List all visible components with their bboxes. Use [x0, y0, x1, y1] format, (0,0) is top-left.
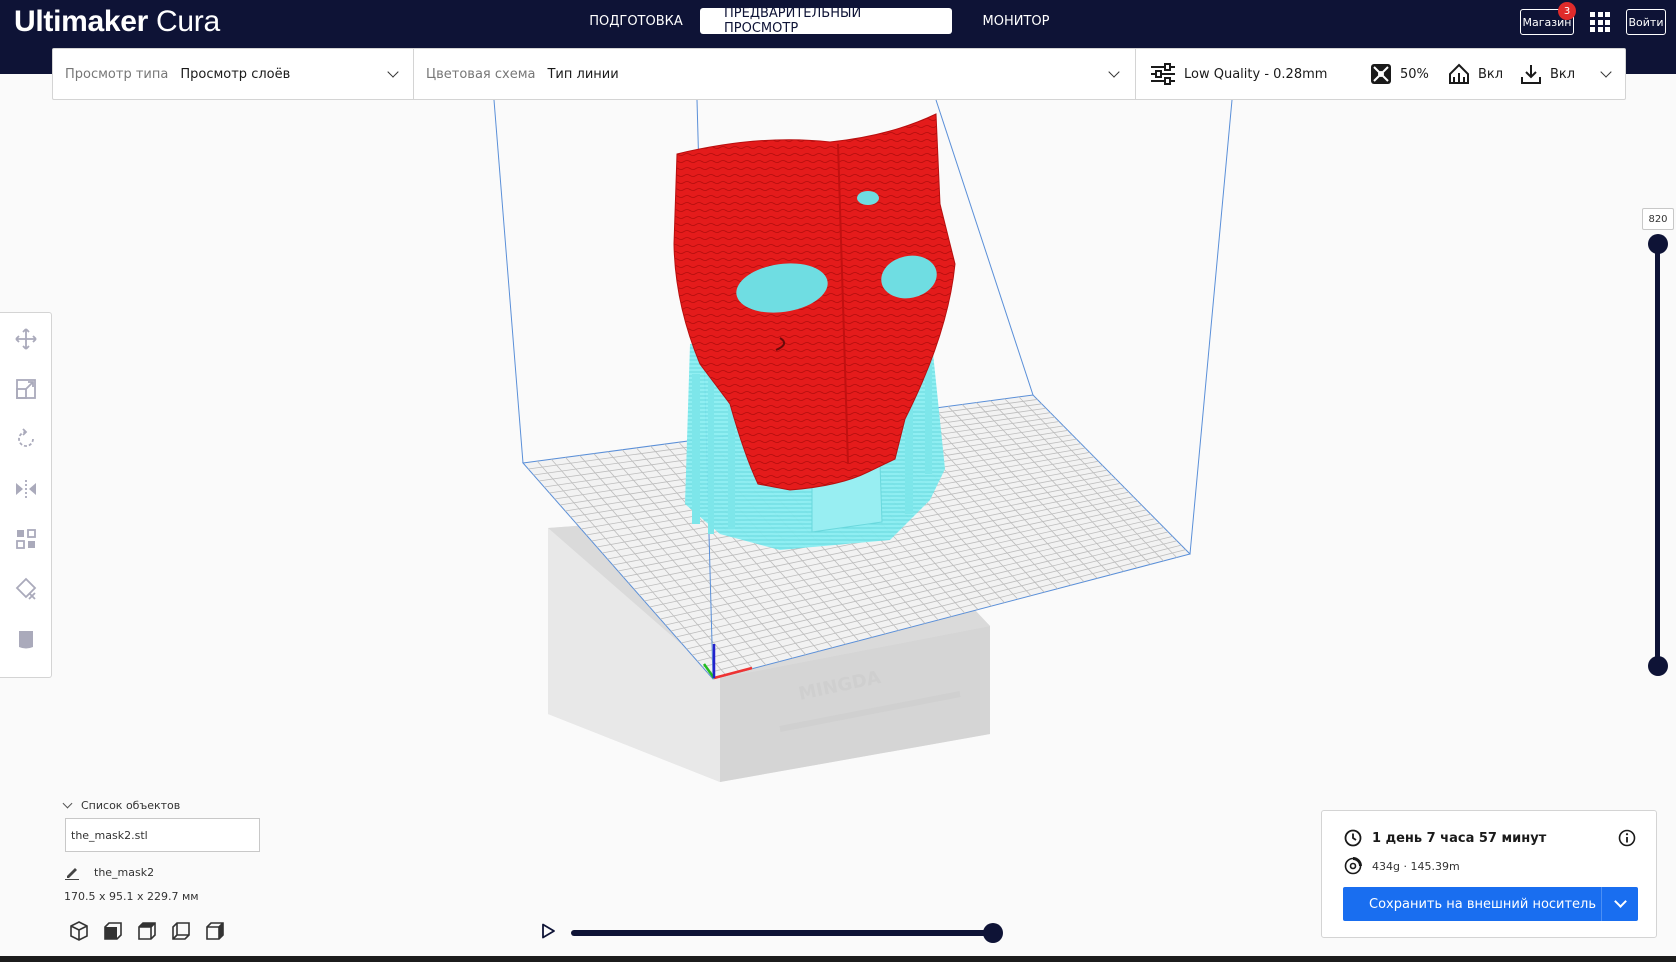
3d-view-icon[interactable]	[68, 920, 90, 942]
edit-pencil-icon[interactable]	[64, 864, 80, 880]
rotate-icon[interactable]	[14, 427, 38, 451]
object-file-item[interactable]: the_mask2.stl	[65, 818, 260, 852]
left-view-icon[interactable]	[170, 920, 192, 942]
object-list-header[interactable]: Список объектов	[62, 796, 324, 814]
material-usage: 434g · 145.39m	[1372, 859, 1460, 873]
move-icon[interactable]	[14, 327, 38, 351]
print-time: 1 день 7 часа 57 минут	[1372, 830, 1547, 846]
chevron-down-icon	[62, 798, 73, 808]
object-list-title: Список объектов	[81, 798, 181, 812]
support-blocker-icon[interactable]	[14, 577, 38, 601]
play-icon[interactable]	[540, 923, 556, 939]
object-list-panel: Список объектов the_mask2.stl the_mask2 …	[62, 796, 324, 941]
layer-slider-top-handle[interactable]	[1648, 234, 1668, 254]
apps-grid-icon[interactable]	[1590, 12, 1610, 32]
right-view-icon[interactable]	[204, 920, 226, 942]
tool-panel	[0, 312, 52, 678]
front-view-icon[interactable]	[102, 920, 124, 942]
tab-preview[interactable]: ПРЕДВАРИТЕЛЬНЫЙ ПРОСМОТР	[700, 6, 952, 36]
layer-number-box[interactable]: 820	[1642, 208, 1674, 230]
print-time-row: 1 день 7 часа 57 минут	[1344, 829, 1546, 847]
object-name: the_mask2	[94, 865, 155, 879]
layer-slider-track[interactable]	[1655, 244, 1660, 666]
print-info-panel: 1 день 7 часа 57 минут 434g · 145.39m Со…	[1321, 810, 1657, 938]
object-name-row: the_mask2	[64, 864, 154, 880]
per-model-settings-icon[interactable]	[14, 527, 38, 551]
path-slider-track[interactable]	[571, 930, 995, 936]
chevron-down-icon[interactable]	[1614, 895, 1627, 908]
logo-product: Cura	[156, 5, 220, 38]
save-label: Сохранить на внешний носитель	[1369, 896, 1597, 912]
object-dimensions: 170.5 x 95.1 x 229.7 мм	[64, 890, 199, 903]
app-logo: Ultimaker Cura	[14, 2, 220, 42]
stage-tabs: ПОДГОТОВКА ПРЕДВАРИТЕЛЬНЫЙ ПРОСМОТР МОНИ…	[580, 6, 1070, 36]
logo-brand: Ultimaker	[14, 5, 149, 38]
cylinder-icon[interactable]	[14, 627, 38, 651]
scale-icon[interactable]	[14, 377, 38, 401]
info-icon[interactable]	[1618, 829, 1636, 847]
material-row: 434g · 145.39m	[1344, 857, 1460, 875]
layer-slider-bottom-handle[interactable]	[1648, 656, 1668, 676]
signin-button[interactable]: Войти	[1626, 9, 1666, 35]
mirror-icon[interactable]	[14, 477, 38, 501]
top-view-icon[interactable]	[136, 920, 158, 942]
tab-prepare[interactable]: ПОДГОТОВКА	[580, 8, 692, 34]
tab-monitor[interactable]: МОНИТОР	[962, 8, 1070, 34]
view-orientation-controls	[68, 920, 226, 942]
spool-icon	[1344, 857, 1362, 875]
clock-icon	[1344, 829, 1362, 847]
marketplace-badge: 3	[1558, 2, 1576, 20]
save-to-removable-button[interactable]: Сохранить на внешний носитель	[1343, 887, 1638, 921]
path-slider-handle[interactable]	[983, 923, 1003, 943]
marketplace-button[interactable]: Магазин 3	[1520, 2, 1576, 35]
taskbar-strip	[0, 956, 1676, 962]
